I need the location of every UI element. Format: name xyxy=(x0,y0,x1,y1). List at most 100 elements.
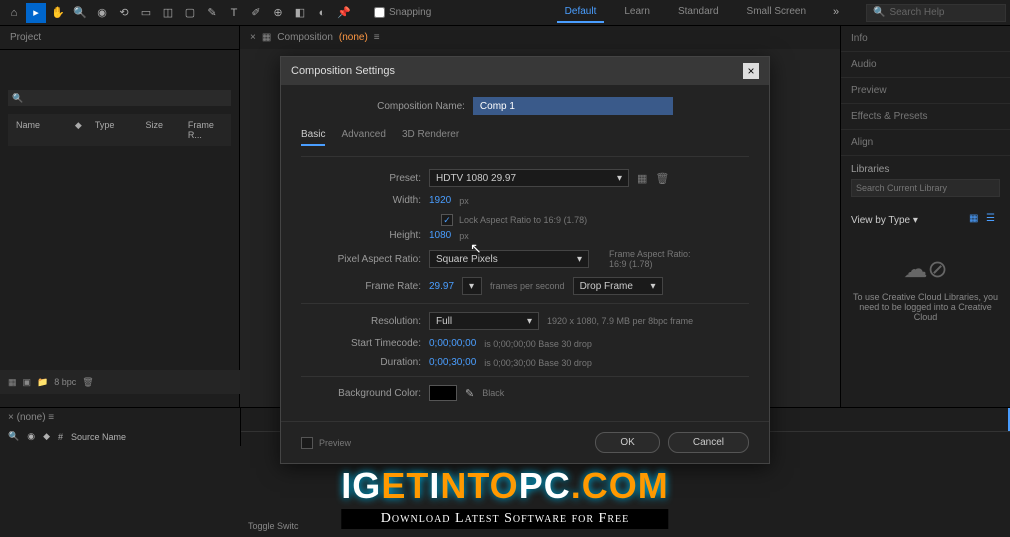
selection-tool-icon[interactable]: ▸ xyxy=(26,3,46,23)
rotate-tool-icon[interactable]: ⟲ xyxy=(114,3,134,23)
tab-advanced[interactable]: Advanced xyxy=(341,129,385,146)
fr-suffix: frames per second xyxy=(490,281,565,291)
height-value[interactable]: 1080 xyxy=(429,230,451,241)
grid-view-icon[interactable]: ▦ xyxy=(969,213,983,227)
dialog-title-text: Composition Settings xyxy=(291,65,395,77)
type-tool-icon[interactable]: T xyxy=(224,3,244,23)
tool-icons-group: ⌂ ▸ ✋ 🔍 ◉ ⟲ ▭ ◫ ▢ ✎ T ✐ ⊕ ◧ ◐ 📌 xyxy=(4,3,354,23)
height-px: px xyxy=(459,231,469,241)
dur-value[interactable]: 0;00;30;00 xyxy=(429,357,476,368)
chevron-down-icon: ▾ xyxy=(617,173,622,184)
pen-tool-icon[interactable]: ✎ xyxy=(202,3,222,23)
comp-tab-prefix[interactable]: Composition xyxy=(277,32,333,43)
tl-hash: # xyxy=(58,432,63,442)
preview-checkbox[interactable] xyxy=(301,437,313,449)
dropframe-dropdown[interactable]: Drop Frame▾ xyxy=(573,277,663,295)
panel-info[interactable]: Info xyxy=(841,26,1010,52)
col-type[interactable]: Type xyxy=(91,118,134,142)
list-view-icon[interactable]: ☰ xyxy=(986,213,1000,227)
preset-dropdown[interactable]: HDTV 1080 29.97▾ xyxy=(429,169,629,187)
workspace-default[interactable]: Default xyxy=(557,2,605,23)
comp-tab-menu-icon[interactable]: ≡ xyxy=(374,32,380,43)
brush-tool-icon[interactable]: ✐ xyxy=(246,3,266,23)
workspace-menu-icon[interactable]: » xyxy=(826,2,846,22)
cancel-button[interactable]: Cancel xyxy=(668,432,749,453)
tc-value[interactable]: 0;00;00;00 xyxy=(429,338,476,349)
view-by-type[interactable]: View by Type ▾ ▦ ☰ xyxy=(841,205,1010,235)
res-label: Resolution: xyxy=(301,316,421,327)
comp-close-icon[interactable]: × xyxy=(250,32,256,43)
fr-value[interactable]: 29.97 xyxy=(429,281,454,292)
tl-search-icon[interactable]: 🔍 xyxy=(8,431,19,442)
chevron-down-icon: ▾ xyxy=(577,254,582,265)
hand-tool-icon[interactable]: ✋ xyxy=(48,3,68,23)
new-folder-icon[interactable]: 📁 xyxy=(37,377,48,388)
orbit-tool-icon[interactable]: ◉ xyxy=(92,3,112,23)
dialog-tabs: Basic Advanced 3D Renderer xyxy=(301,123,749,157)
preset-delete-icon[interactable]: 🗑 xyxy=(655,172,669,185)
width-value[interactable]: 1920 xyxy=(429,195,451,206)
resolution-dropdown[interactable]: Full▾ xyxy=(429,312,539,330)
col-size[interactable]: Size xyxy=(142,118,176,142)
libraries-search[interactable] xyxy=(851,179,1000,197)
dur-label: Duration: xyxy=(301,357,421,368)
new-comp-icon[interactable]: ▣ xyxy=(23,377,32,388)
clone-tool-icon[interactable]: ⊕ xyxy=(268,3,288,23)
lock-aspect-checkbox[interactable]: ✓ xyxy=(441,214,453,226)
tl-shy-icon[interactable]: ◉ xyxy=(27,431,35,442)
workspace-small[interactable]: Small Screen xyxy=(739,2,814,23)
cloud-off-icon: ☁⊘ xyxy=(851,255,1000,284)
snapping-checkbox[interactable] xyxy=(374,7,385,18)
bg-color-swatch[interactable] xyxy=(429,385,457,401)
eyedropper-icon[interactable]: ✎ xyxy=(465,387,474,400)
panel-effects[interactable]: Effects & Presets xyxy=(841,104,1010,130)
timeline-tab[interactable]: × (none) ≡ xyxy=(0,408,240,427)
chevron-down-icon: ▾ xyxy=(651,281,656,292)
height-label: Height: xyxy=(301,230,421,241)
fr-dropdown[interactable]: ▾ xyxy=(462,277,482,295)
search-help[interactable]: 🔍 Search Help xyxy=(866,4,1006,22)
puppet-tool-icon[interactable]: 📌 xyxy=(334,3,354,23)
fr-label: Frame Rate: xyxy=(301,281,421,292)
shape-tool-icon[interactable]: ▢ xyxy=(180,3,200,23)
bpc-toggle[interactable]: 8 bpc xyxy=(54,377,76,387)
workspace-tabs: Default Learn Standard Small Screen » xyxy=(557,2,866,23)
watermark: IGETINTOPC.COM Download Latest Software … xyxy=(341,465,668,529)
width-px: px xyxy=(459,196,469,206)
tab-basic[interactable]: Basic xyxy=(301,129,325,146)
col-framerate[interactable]: Frame R... xyxy=(184,118,227,142)
bg-name: Black xyxy=(482,388,504,398)
zoom-tool-icon[interactable]: 🔍 xyxy=(70,3,90,23)
toggle-switches[interactable]: Toggle Switc xyxy=(240,519,307,533)
trash-icon[interactable]: 🗑 xyxy=(82,377,93,388)
tl-source-name[interactable]: Source Name xyxy=(71,432,126,442)
pan-tool-icon[interactable]: ◫ xyxy=(158,3,178,23)
panel-preview[interactable]: Preview xyxy=(841,78,1010,104)
col-label-icon[interactable]: ◆ xyxy=(71,118,83,142)
camera-tool-icon[interactable]: ▭ xyxy=(136,3,156,23)
eraser-tool-icon[interactable]: ◧ xyxy=(290,3,310,23)
col-name[interactable]: Name xyxy=(12,118,63,142)
tc-label: Start Timecode: xyxy=(301,338,421,349)
tl-label-icon[interactable]: ◆ xyxy=(43,431,50,442)
preset-save-icon[interactable]: ▦ xyxy=(637,172,647,185)
libraries-title[interactable]: Libraries xyxy=(851,164,1000,175)
interpret-icon[interactable]: ▦ xyxy=(8,377,17,388)
workspace-learn[interactable]: Learn xyxy=(616,2,658,23)
lock-aspect-label: Lock Aspect Ratio to 16:9 (1.78) xyxy=(459,215,587,225)
panel-align[interactable]: Align xyxy=(841,130,1010,156)
tab-3d-renderer[interactable]: 3D Renderer xyxy=(402,129,459,146)
home-icon[interactable]: ⌂ xyxy=(4,3,24,23)
chevron-down-icon: ▾ xyxy=(469,281,474,292)
dialog-titlebar[interactable]: Composition Settings × xyxy=(281,57,769,85)
comp-name-input[interactable] xyxy=(473,97,673,115)
tc-hint: is 0;00;00;00 Base 30 drop xyxy=(484,339,592,349)
par-dropdown[interactable]: Square Pixels▾ xyxy=(429,250,589,268)
roto-tool-icon[interactable]: ◐ xyxy=(312,3,332,23)
composition-settings-dialog: Composition Settings × Composition Name:… xyxy=(280,56,770,464)
close-icon[interactable]: × xyxy=(743,63,759,79)
project-tab[interactable]: Project xyxy=(0,26,239,50)
panel-audio[interactable]: Audio xyxy=(841,52,1010,78)
ok-button[interactable]: OK xyxy=(595,432,659,453)
workspace-standard[interactable]: Standard xyxy=(670,2,727,23)
